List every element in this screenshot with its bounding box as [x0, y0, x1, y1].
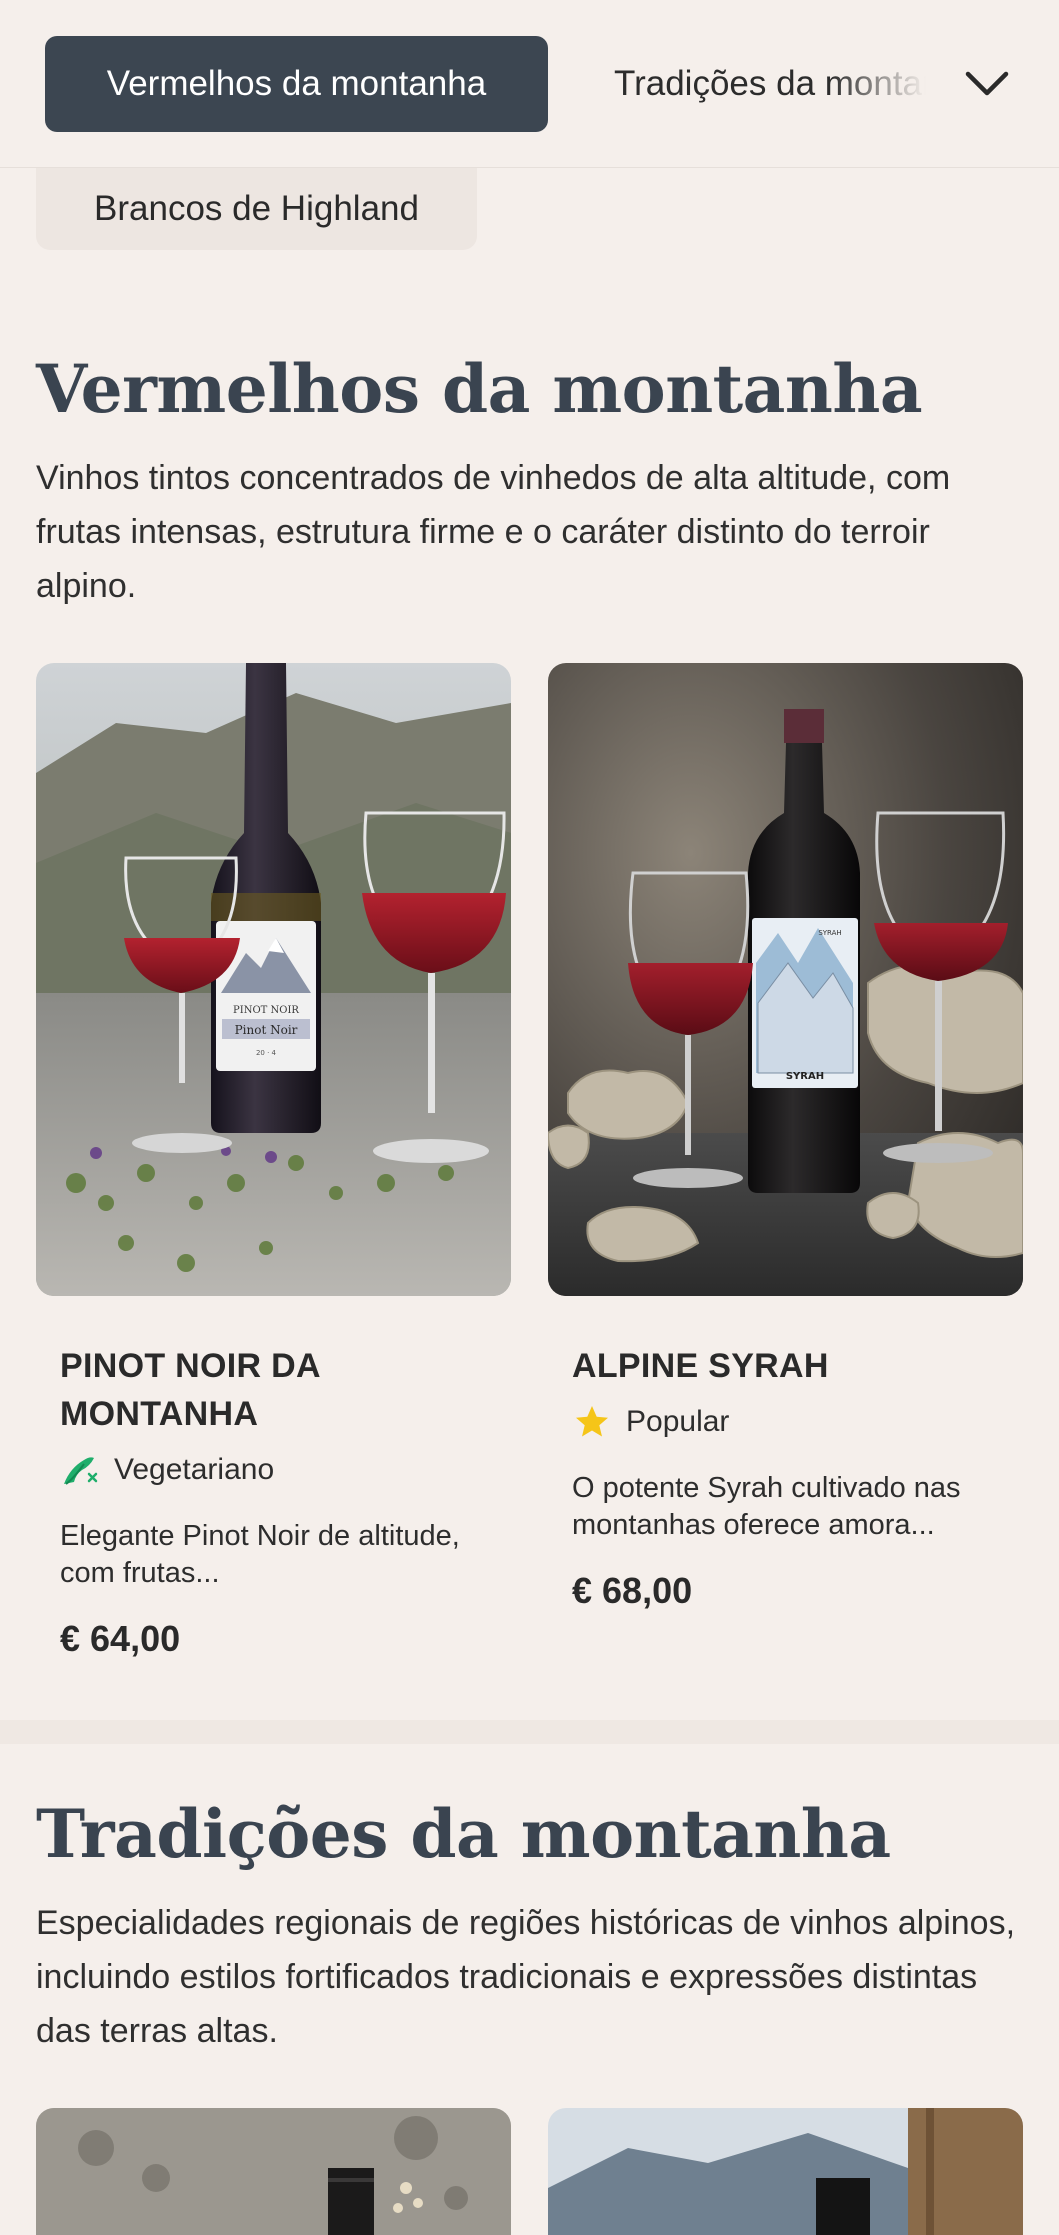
section-description: Especialidades regionais de regiões hist… — [36, 1904, 1016, 2050]
product-price: € 68,00 — [572, 1570, 693, 1611]
section-description: Vinhos tintos concentrados de vinhedos d… — [36, 459, 951, 605]
badge-label: Vegetariano — [114, 1453, 275, 1486]
product-image-alpine-syrah[interactable]: SYRAH SYRAH — [548, 663, 1023, 1296]
product-title[interactable]: ALPINE SYRAH — [572, 1342, 1002, 1390]
wine-photo: PINOT NOIR Pinot Noir 20 · 4 — [36, 663, 511, 1296]
wine-photo — [36, 2108, 511, 2235]
product-title[interactable]: PINOT NOIR DA MONTANHA — [60, 1342, 490, 1438]
chevron-down-icon[interactable] — [962, 62, 1012, 106]
badge-label: Popular — [626, 1405, 730, 1438]
section-divider — [0, 1720, 1059, 1744]
product-description: Elegante Pinot Noir de altitude, com fru… — [60, 1520, 460, 1589]
product-image-tradicoes-2[interactable] — [548, 2108, 1023, 2235]
product-image-pinot-noir[interactable]: PINOT NOIR Pinot Noir 20 · 4 — [36, 663, 511, 1296]
bottle-label-line3: 20 · 4 — [256, 1049, 277, 1057]
product-card-pinot-noir[interactable]: PINOT NOIR DA MONTANHA Vegetariano Elega… — [60, 1342, 490, 1660]
bottle-label-line2: Pinot Noir — [235, 1023, 298, 1037]
wine-photo — [548, 2108, 1023, 2235]
product-price: € 64,00 — [60, 1618, 181, 1659]
bottle-label-line1: PINOT NOIR — [233, 1005, 299, 1016]
product-description: O potente Syrah cultivado nas montanhas … — [572, 1472, 961, 1541]
product-card-alpine-syrah[interactable]: ALPINE SYRAH Popular O potente Syrah cul… — [572, 1342, 1002, 1612]
section-title: Tradições da montanha — [36, 1795, 891, 1873]
bottle-label-line2: SYRAH — [786, 1071, 824, 1082]
tab-vermelhos-da-montanha[interactable]: Vermelhos da montanha — [45, 36, 548, 132]
bottle-label-line1: SYRAH — [818, 929, 841, 937]
vegetarian-badge: Vegetariano — [60, 1450, 490, 1490]
nav-fade-overlay — [830, 36, 950, 132]
popular-badge: Popular — [572, 1402, 1002, 1442]
product-image-tradicoes-1[interactable] — [36, 2108, 511, 2235]
vegetarian-icon — [64, 1457, 98, 1485]
wine-photo: SYRAH SYRAH — [548, 663, 1023, 1296]
section-title: Vermelhos da montanha — [36, 350, 923, 428]
star-icon — [576, 1406, 608, 1437]
category-nav: Vermelhos da montanha Tradições da monta… — [0, 0, 1059, 168]
tab-brancos-de-highland[interactable]: Brancos de Highland — [36, 168, 477, 250]
